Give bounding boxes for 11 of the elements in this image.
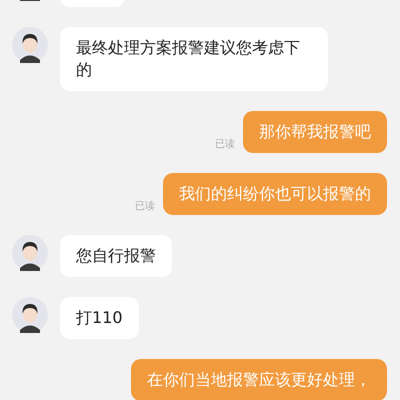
message-bubble: 在你们当地报警应该更好处理， bbox=[131, 359, 387, 400]
avatar-icon bbox=[12, 297, 48, 333]
read-receipt: 已读 bbox=[135, 201, 155, 213]
read-receipt: 已读 bbox=[215, 139, 235, 151]
avatar-icon bbox=[12, 235, 48, 271]
message-bubble: 我们的纠纷你也可以报警的 bbox=[163, 173, 387, 215]
message-bubble: 打110 bbox=[60, 297, 139, 339]
message-bubble: 最终处理方案报警建议您考虑下的 bbox=[60, 27, 328, 91]
message-bubble: 您自行报警 bbox=[60, 235, 172, 277]
avatar-icon bbox=[12, 27, 48, 63]
message-bubble: 那你帮我报警吧 bbox=[243, 111, 387, 153]
